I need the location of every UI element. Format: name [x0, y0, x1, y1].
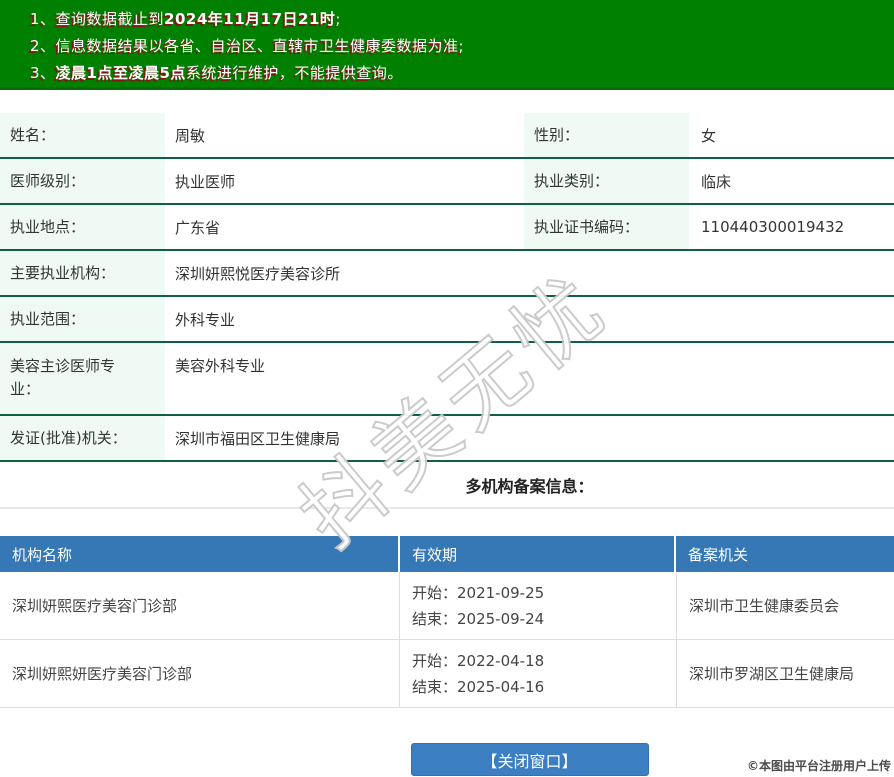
scope-value: 外科专业 [175, 310, 236, 329]
level-label-cell: 医师级别： [0, 159, 165, 203]
cosmetic-label-cell: 美容主诊医师专业： [0, 343, 165, 414]
org-table-header: 机构名称 有效期 备案机关 [0, 536, 894, 572]
org-name: 深圳妍熙妍医疗美容门诊部 [0, 640, 400, 707]
issuer-value: 深圳市福田区卫生健康局 [175, 429, 341, 448]
level-label: 医师级别： [10, 171, 86, 190]
start-date: 开始：2021-09-25 [412, 583, 545, 602]
row-cosmetic-specialty: 美容主诊医师专业： 美容外科专业 [0, 343, 894, 416]
cosmetic-value: 美容外科专业 [175, 357, 266, 375]
row-main-org: 主要执业机构： 深圳妍熙悦医疗美容诊所 [0, 251, 894, 297]
scope-label: 执业范围： [10, 309, 86, 328]
header-org-name: 机构名称 [0, 536, 400, 572]
table-row: 深圳妍熙妍医疗美容门诊部 开始：2022-04-18 结束：2025-04-16… [0, 640, 894, 708]
multi-org-table: 机构名称 有效期 备案机关 深圳妍熙医疗美容门诊部 开始：2021-09-25 … [0, 536, 894, 708]
close-window-button[interactable]: 【关闭窗口】 [410, 743, 649, 776]
cert-label-cell: 执业证书编码： [524, 205, 689, 249]
name-label: 姓名： [10, 125, 56, 144]
name-value: 周敏 [175, 126, 206, 145]
table-row: 深圳妍熙医疗美容门诊部 开始：2021-09-25 结束：2025-09-24 … [0, 572, 894, 640]
query-result-page: 1、查询数据截止到2024年11月17日21时; 2、信息数据结果以各省、自治区… [0, 0, 894, 777]
notice-line-2: 2、信息数据结果以各省、自治区、直辖市卫生健康委数据为准; [30, 33, 884, 60]
notice-1-end: ; [335, 10, 341, 28]
gender-label: 性别： [534, 125, 580, 144]
filing-authority: 深圳市罗湖区卫生健康局 [689, 665, 855, 683]
gender-label-cell: 性别： [524, 113, 689, 157]
notice-3-text: 3、 [30, 64, 56, 82]
location-label-cell: 执业地点： [0, 205, 165, 249]
name-label-cell: 姓名： [0, 113, 165, 157]
start-date: 开始：2022-04-18 [412, 651, 545, 670]
notice-1-text: 1、查询数据截止到 [30, 10, 165, 28]
row-location-cert: 执业地点： 广东省 执业证书编码： 110440300019432 [0, 205, 894, 251]
cosmetic-label: 美容主诊医师专业： [10, 357, 116, 398]
header-validity: 有效期 [400, 536, 676, 572]
notice-3-end: 系统进行维护，不能提供查询。 [185, 64, 403, 82]
multi-org-section: 多机构备案信息： [0, 462, 894, 509]
issuer-label: 发证(批准)机关： [10, 428, 127, 447]
end-date: 结束：2025-04-16 [412, 677, 545, 696]
end-date: 结束：2025-09-24 [412, 609, 545, 628]
row-scope: 执业范围： 外科专业 [0, 297, 894, 343]
org-name: 深圳妍熙医疗美容门诊部 [0, 572, 400, 639]
org-label: 主要执业机构： [10, 263, 116, 282]
notice-3-bold-time: 凌晨1点至凌晨5点 [55, 64, 186, 82]
filing-authority: 深圳市卫生健康委员会 [689, 597, 840, 615]
validity-period: 开始：2021-09-25 结束：2025-09-24 [400, 572, 677, 639]
notice-line-1: 1、查询数据截止到2024年11月17日21时; [30, 6, 884, 33]
row-issuer: 发证(批准)机关： 深圳市福田区卫生健康局 [0, 416, 894, 462]
row-name-gender: 姓名： 周敏 性别： 女 [0, 113, 894, 159]
location-label: 执业地点： [10, 217, 86, 236]
cert-label: 执业证书编码： [534, 217, 640, 236]
practitioner-info-table: 姓名： 周敏 性别： 女 医师级别： 执业医师 执业类别： 临床 执业地点： 广… [0, 113, 894, 462]
header-authority: 备案机关 [688, 545, 749, 564]
notice-2-text: 2、信息数据结果以各省、自治区、直辖市卫生健康委数据为准; [30, 37, 465, 55]
level-value: 执业医师 [175, 172, 236, 191]
org-value: 深圳妍熙悦医疗美容诊所 [175, 264, 341, 283]
section-title: 多机构备案信息： [465, 476, 594, 496]
issuer-label-cell: 发证(批准)机关： [0, 416, 165, 460]
row-level-category: 医师级别： 执业医师 执业类别： 临床 [0, 159, 894, 205]
category-value: 临床 [701, 172, 732, 191]
validity-period: 开始：2022-04-18 结束：2025-04-16 [400, 640, 677, 707]
notice-banner: 1、查询数据截止到2024年11月17日21时; 2、信息数据结果以各省、自治区… [0, 0, 894, 90]
upload-attribution-note: ©本图由平台注册用户上传 [746, 759, 891, 773]
category-label: 执业类别： [534, 171, 610, 190]
cert-value: 110440300019432 [701, 218, 845, 236]
gender-value: 女 [701, 126, 717, 145]
scope-label-cell: 执业范围： [0, 297, 165, 341]
notice-line-3: 3、凌晨1点至凌晨5点系统进行维护，不能提供查询。 [30, 60, 884, 87]
location-value: 广东省 [175, 218, 221, 237]
notice-1-bold-date: 2024年11月17日21时 [164, 10, 336, 28]
org-label-cell: 主要执业机构： [0, 251, 165, 295]
category-label-cell: 执业类别： [524, 159, 689, 203]
